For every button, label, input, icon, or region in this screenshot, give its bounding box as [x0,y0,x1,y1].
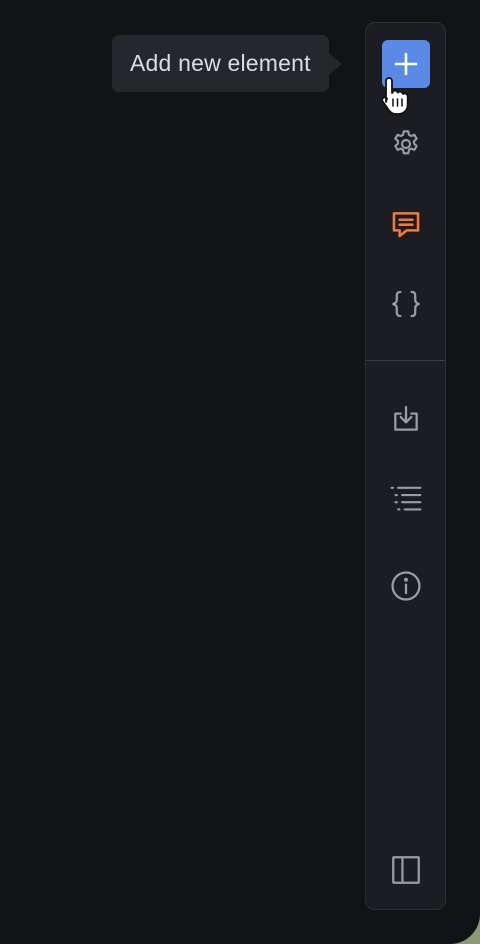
list-icon [390,486,422,511]
curly-braces-icon [392,290,420,318]
settings-button[interactable] [382,120,430,168]
add-element-tooltip: Add new element [112,35,342,92]
tooltip-arrow [328,52,342,75]
toolbar-divider [366,360,445,361]
outline-button[interactable] [382,473,430,521]
right-toolbar [365,22,446,910]
download-tray-icon [394,405,418,431]
gear-icon [394,130,418,155]
comments-button[interactable] [382,200,430,248]
sidebar-panel-icon [392,856,420,884]
message-icon [392,212,420,238]
import-button[interactable] [382,395,430,443]
add-element-button[interactable] [382,40,430,88]
toggle-panel-button[interactable] [382,846,430,894]
info-circle-icon [391,571,421,601]
plus-icon [394,52,418,76]
info-button[interactable] [382,562,430,610]
tooltip-text: Add new element [130,50,311,76]
code-button[interactable] [382,280,430,328]
